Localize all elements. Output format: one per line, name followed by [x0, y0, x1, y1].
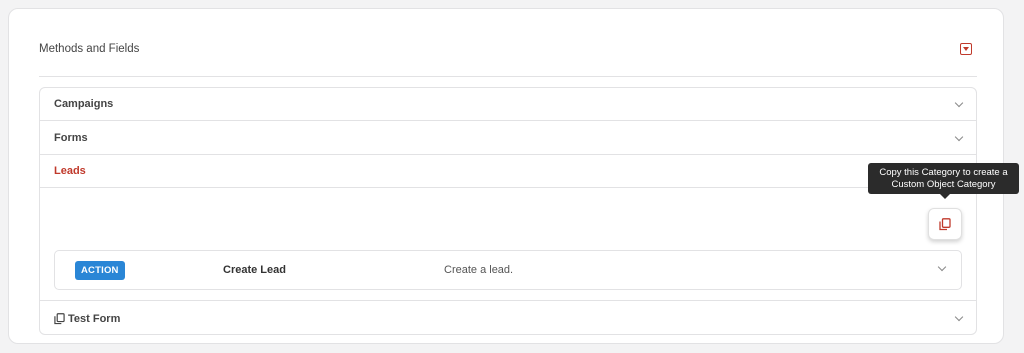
divider — [39, 76, 977, 77]
accordion-item-label: Forms — [54, 132, 88, 144]
accordion-item-campaigns[interactable]: Campaigns — [40, 88, 976, 121]
copy-icon — [939, 217, 951, 230]
method-type-badge: ACTION — [75, 261, 125, 280]
accordion-item-label: Test Form — [68, 312, 121, 325]
chevron-down-icon — [954, 98, 964, 107]
tooltip-line: Copy this Category to create a — [879, 166, 1008, 178]
card-header: Methods and Fields — [39, 31, 977, 67]
tooltip-arrow — [940, 194, 950, 199]
method-name: Create Lead — [223, 264, 286, 276]
card-title: Methods and Fields — [39, 43, 140, 55]
leads-panel: ACTION Create Lead Create a lead. — [40, 196, 976, 301]
accordion-item-label: Leads — [54, 165, 86, 177]
collapse-icon[interactable] — [960, 43, 972, 55]
chevron-down-icon — [954, 132, 964, 141]
chevron-down-icon — [937, 262, 947, 272]
copy-category-button[interactable] — [928, 208, 962, 240]
tooltip-line: Custom Object Category — [891, 178, 996, 190]
accordion-item-test-form[interactable]: Test Form — [40, 302, 976, 335]
accordion-item-label-wrap: Test Form — [54, 313, 120, 325]
chevron-down-icon — [954, 312, 964, 322]
methods-fields-card: Methods and Fields Campaigns Forms Leads… — [8, 8, 1004, 344]
category-accordion: Campaigns Forms Leads ACTION Create Lead… — [39, 87, 977, 335]
accordion-item-leads[interactable]: Leads — [40, 155, 976, 188]
method-row-create-lead[interactable]: ACTION Create Lead Create a lead. — [54, 250, 962, 290]
copy-category-tooltip: Copy this Category to create a Custom Ob… — [868, 163, 1019, 199]
method-description: Create a lead. — [444, 264, 514, 276]
accordion-item-forms[interactable]: Forms — [40, 122, 976, 155]
accordion-item-label: Campaigns — [54, 98, 114, 110]
copy-icon — [54, 312, 65, 324]
